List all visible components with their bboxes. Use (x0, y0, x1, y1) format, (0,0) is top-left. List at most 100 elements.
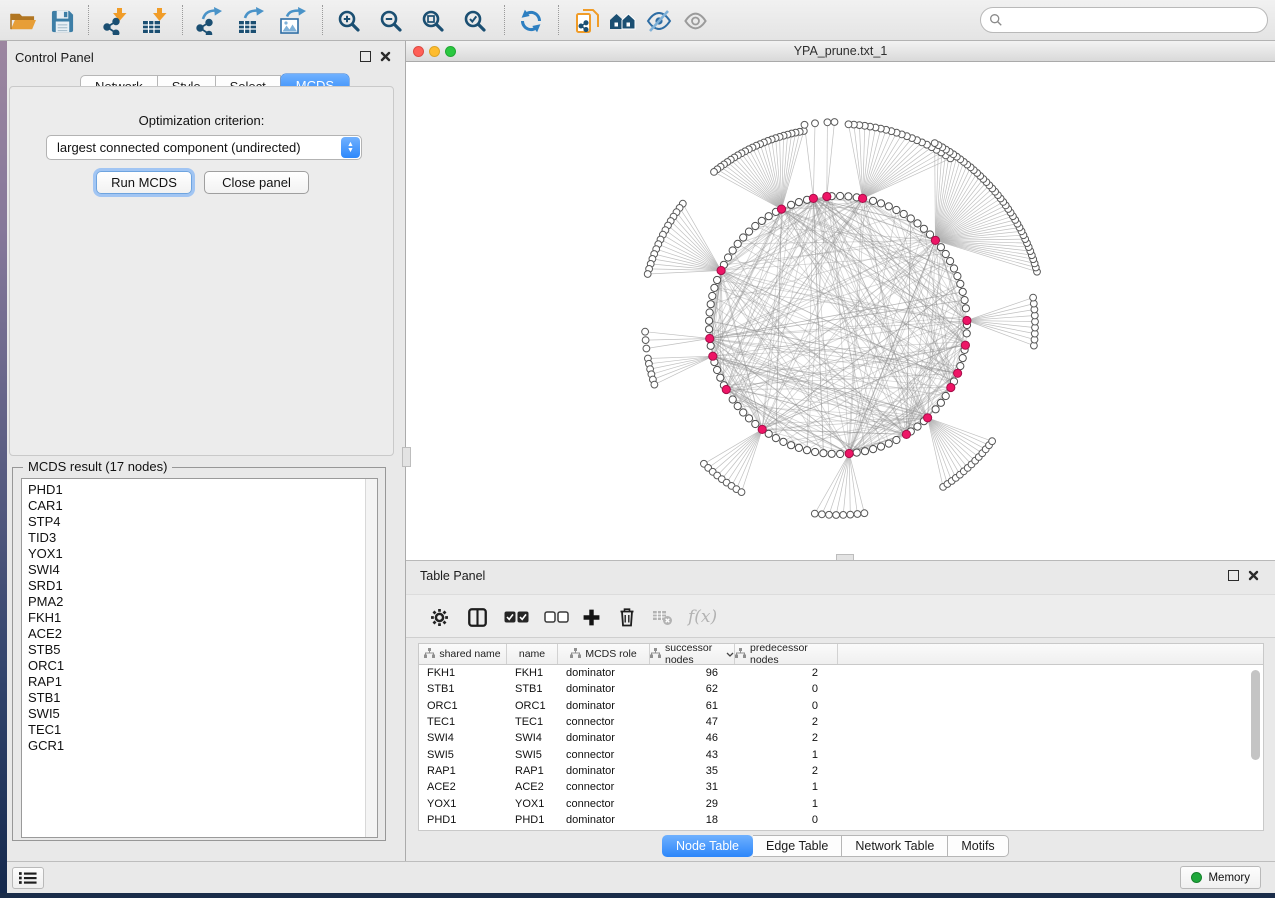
export-image-icon[interactable] (278, 7, 308, 35)
column-header-MCDS-role[interactable]: MCDS role (558, 644, 650, 664)
vertical-splitter-handle[interactable] (402, 447, 411, 467)
zoom-fit-icon[interactable] (418, 7, 448, 35)
mcds-result-item[interactable]: STP4 (28, 514, 377, 530)
table-scrollbar-thumb[interactable] (1251, 670, 1260, 760)
mcds-result-item[interactable]: STB1 (28, 690, 377, 706)
gear-icon[interactable] (430, 605, 449, 629)
sort-descending-icon (726, 648, 734, 660)
criterion-dropdown[interactable]: largest connected component (undirected)… (46, 135, 362, 160)
tab-network-table[interactable]: Network Table (842, 835, 948, 857)
cell-name: ACE2 (507, 781, 558, 793)
close-panel-icon[interactable] (1248, 570, 1259, 581)
table-row[interactable]: ORC1ORC1dominator610 (419, 698, 1263, 714)
close-panel-button[interactable]: Close panel (204, 171, 309, 194)
deselect-all-icon[interactable] (544, 605, 569, 629)
mcds-result-item[interactable]: YOX1 (28, 546, 377, 562)
result-list-scrollbar[interactable] (365, 479, 377, 837)
toolbar-separator (88, 5, 89, 35)
cell-shared_name: SWI4 (419, 732, 507, 744)
cell-name: SWI4 (507, 732, 558, 744)
float-panel-icon[interactable] (1228, 570, 1239, 581)
cell-mcds_role: connector (558, 781, 650, 793)
save-session-icon[interactable] (47, 7, 77, 35)
add-column-icon[interactable] (582, 605, 601, 629)
tab-motifs[interactable]: Motifs (948, 835, 1008, 857)
export-table-icon[interactable] (236, 7, 266, 35)
network-view-canvas[interactable] (406, 62, 1275, 560)
mcds-result-item[interactable]: ORC1 (28, 658, 377, 674)
zoom-selected-icon[interactable] (460, 7, 490, 35)
cell-predecessor_nodes: 2 (735, 667, 838, 679)
tab-node-table[interactable]: Node Table (662, 835, 753, 857)
memory-button[interactable]: Memory (1180, 866, 1261, 889)
cell-successor_nodes: 46 (650, 732, 735, 744)
column-header-predecessor-nodes[interactable]: predecessor nodes (735, 644, 838, 664)
delete-column-icon[interactable] (618, 605, 636, 629)
mcds-result-item[interactable]: ACE2 (28, 626, 377, 642)
mcds-result-item[interactable]: SWI5 (28, 706, 377, 722)
table-row[interactable]: FKH1FKH1dominator962 (419, 665, 1263, 681)
cell-name: TEC1 (507, 716, 558, 728)
apply-layout-icon[interactable] (516, 7, 546, 35)
mcds-result-list[interactable]: PHD1CAR1STP4TID3YOX1SWI4SRD1PMA2FKH1ACE2… (21, 478, 378, 838)
mcds-result-item[interactable]: CAR1 (28, 498, 377, 514)
import-network-icon[interactable] (100, 7, 130, 35)
table-row[interactable]: ACE2ACE2connector311 (419, 779, 1263, 795)
table-row[interactable]: RAP1RAP1dominator352 (419, 763, 1263, 779)
table-panel: Table Panel f(x) shared namenameMCDS (406, 560, 1275, 861)
hide-selected-eye-slash-icon[interactable] (644, 7, 674, 35)
mcds-result-item[interactable]: SRD1 (28, 578, 377, 594)
mcds-result-item[interactable]: GCR1 (28, 738, 377, 754)
mcds-result-item[interactable]: FKH1 (28, 610, 377, 626)
table-toolbar: f(x) (406, 594, 1275, 638)
column-header-name[interactable]: name (507, 644, 558, 664)
close-panel-icon[interactable] (380, 51, 391, 62)
network-window-titlebar[interactable]: YPA_prune.txt_1 (406, 41, 1275, 62)
table-header-row: shared namenameMCDS rolesuccessor nodesp… (419, 644, 1263, 665)
import-table-icon[interactable] (140, 7, 170, 35)
cell-predecessor_nodes: 0 (735, 683, 838, 695)
criterion-dropdown-value: largest connected component (undirected) (57, 140, 341, 155)
table-row[interactable]: SWI5SWI5connector431 (419, 746, 1263, 762)
mcds-result-item[interactable]: PMA2 (28, 594, 377, 610)
column-header-successor-nodes[interactable]: successor nodes (650, 644, 735, 664)
table-row[interactable]: STB1STB1dominator620 (419, 681, 1263, 697)
table-row[interactable]: PHD1PHD1dominator180 (419, 812, 1263, 828)
table-row[interactable]: TEC1TEC1connector472 (419, 714, 1263, 730)
tab-edge-table[interactable]: Edge Table (753, 835, 842, 857)
search-field[interactable] (980, 7, 1268, 33)
table-row[interactable]: YOX1YOX1connector291 (419, 795, 1263, 811)
cell-mcds_role: dominator (558, 732, 650, 744)
memory-status-icon (1191, 872, 1202, 883)
cell-name: STB1 (507, 683, 558, 695)
function-builder-icon: f(x) (688, 605, 717, 629)
float-panel-icon[interactable] (360, 51, 371, 62)
cell-shared_name: RAP1 (419, 765, 507, 777)
mcds-result-item[interactable]: PHD1 (28, 482, 377, 498)
open-session-icon[interactable] (8, 7, 38, 35)
cell-name: FKH1 (507, 667, 558, 679)
column-header-shared-name[interactable]: shared name (419, 644, 507, 664)
mcds-result-item[interactable]: TEC1 (28, 722, 377, 738)
show-all-eye-icon[interactable] (680, 7, 710, 35)
clone-network-icon[interactable] (572, 7, 602, 35)
run-mcds-button[interactable]: Run MCDS (96, 171, 192, 194)
search-input[interactable] (1008, 12, 1267, 28)
zoom-out-icon[interactable] (376, 7, 406, 35)
table-row[interactable]: SWI4SWI4dominator462 (419, 730, 1263, 746)
dropdown-stepper-icon: ▲▼ (341, 137, 360, 158)
mcds-result-item[interactable]: SWI4 (28, 562, 377, 578)
show-task-history-button[interactable] (12, 867, 44, 889)
neighborhood-houses-icon[interactable] (608, 7, 638, 35)
select-all-icon[interactable] (504, 605, 529, 629)
cell-mcds_role: connector (558, 798, 650, 810)
columns-icon[interactable] (468, 605, 487, 629)
export-network-icon[interactable] (194, 7, 224, 35)
mcds-result-item[interactable]: RAP1 (28, 674, 377, 690)
mcds-result-item[interactable]: STB5 (28, 642, 377, 658)
delete-table-icon (652, 605, 673, 629)
mcds-result-item[interactable]: TID3 (28, 530, 377, 546)
hierarchy-icon (650, 648, 661, 661)
zoom-in-icon[interactable] (334, 7, 364, 35)
toolbar-separator (504, 5, 505, 35)
